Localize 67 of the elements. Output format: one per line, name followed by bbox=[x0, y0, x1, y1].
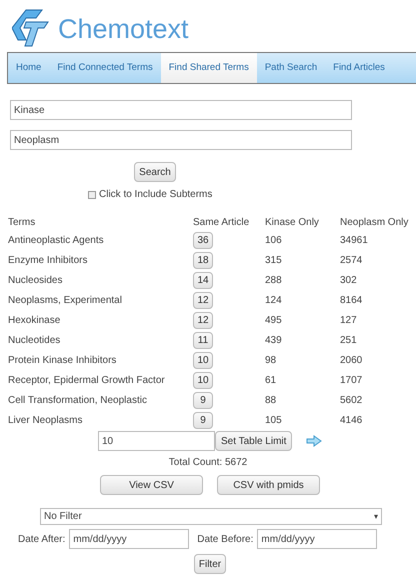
table-cell-text: 2060 bbox=[340, 354, 364, 368]
count-button[interactable]: 11 bbox=[193, 332, 213, 348]
nav-tab[interactable]: Path Search bbox=[256, 53, 326, 83]
term-cell-text: Hexokinase bbox=[8, 314, 62, 328]
date-field[interactable]: mm/dd/yyyy bbox=[69, 529, 190, 549]
term-cell-text: Neoplasms, Experimental bbox=[8, 294, 123, 308]
subterms-checkbox[interactable] bbox=[88, 190, 96, 198]
filter-button[interactable]: Filter bbox=[194, 554, 226, 574]
table-cell-text: 124 bbox=[265, 294, 283, 308]
table-cell-text: 88 bbox=[265, 394, 278, 408]
count-button[interactable]: 9 bbox=[193, 392, 213, 408]
nav-tab[interactable]: Find Shared Terms bbox=[160, 53, 257, 83]
column-header: Kinase Only bbox=[265, 216, 320, 230]
nav-tab[interactable]: Find Articles bbox=[325, 53, 393, 83]
csv-button[interactable]: View CSV bbox=[100, 475, 203, 495]
term-cell-text: Receptor, Epidermal Growth Factor bbox=[8, 374, 166, 388]
term-cell-text: Protein Kinase Inhibitors bbox=[8, 354, 118, 368]
logo-text: Chemotext bbox=[58, 12, 189, 46]
table-cell-text: 315 bbox=[265, 254, 283, 268]
count-button[interactable]: 12 bbox=[193, 292, 213, 308]
count-button[interactable]: 10 bbox=[193, 372, 213, 388]
filter-select[interactable]: No Filter ▾ bbox=[40, 508, 382, 525]
csv-button[interactable]: CSV with pmids bbox=[217, 475, 320, 495]
column-header: Neoplasm Only bbox=[340, 216, 410, 230]
date-label: Date Before: bbox=[197, 532, 254, 546]
table-cell-text: 2574 bbox=[340, 254, 364, 268]
table-cell-text: 1707 bbox=[340, 374, 364, 388]
count-button[interactable]: 10 bbox=[193, 352, 213, 368]
term-cell-text: Cell Transformation, Neoplastic bbox=[8, 394, 148, 408]
term-field[interactable]: Neoplasm bbox=[10, 130, 352, 150]
table-cell-text: 106 bbox=[265, 234, 283, 248]
date-label: Date After: bbox=[18, 532, 66, 546]
nav-tab[interactable]: Find Connected Terms bbox=[49, 53, 161, 83]
total-count: Total Count: 5672 bbox=[168, 456, 248, 470]
table-cell-text: 8164 bbox=[340, 294, 364, 308]
table-cell-text: 495 bbox=[265, 314, 283, 328]
term-cell-text: Liver Neoplasms bbox=[8, 414, 84, 428]
column-header: Terms bbox=[8, 216, 36, 230]
table-cell-text: 61 bbox=[265, 374, 278, 388]
table-cell-text: 127 bbox=[340, 314, 358, 328]
column-header: Same Article bbox=[193, 216, 250, 230]
table-cell-text: 288 bbox=[265, 274, 283, 288]
count-button[interactable]: 9 bbox=[193, 412, 213, 428]
term-cell-text: Antineoplastic Agents bbox=[8, 234, 105, 248]
subterms-label: Click to Include Subterms bbox=[99, 188, 212, 202]
search-button[interactable]: Search bbox=[134, 162, 176, 182]
arrow-icon[interactable] bbox=[306, 435, 322, 447]
count-button[interactable]: 18 bbox=[193, 252, 213, 268]
limit-field[interactable]: 10 bbox=[98, 431, 215, 451]
table-cell-text: 105 bbox=[265, 414, 283, 428]
table-cell-text: 439 bbox=[265, 334, 283, 348]
table-cell-text: 302 bbox=[340, 274, 358, 288]
term-field[interactable]: Kinase bbox=[10, 100, 352, 120]
count-button[interactable]: 36 bbox=[193, 232, 213, 248]
date-field[interactable]: mm/dd/yyyy bbox=[257, 529, 378, 549]
table-cell-text: 5602 bbox=[340, 394, 364, 408]
count-button[interactable]: 14 bbox=[193, 272, 213, 288]
term-cell-text: Enzyme Inhibitors bbox=[8, 254, 88, 268]
nav-tab[interactable]: Home bbox=[8, 53, 50, 83]
table-cell-text: 98 bbox=[265, 354, 278, 368]
table-cell-text: 34961 bbox=[340, 234, 369, 248]
set-limit-button[interactable]: Set Table Limit bbox=[215, 431, 292, 451]
table-cell-text: 4146 bbox=[340, 414, 364, 428]
term-cell-text: Nucleotides bbox=[8, 334, 62, 348]
table-cell-text: 251 bbox=[340, 334, 358, 348]
count-button[interactable]: 12 bbox=[193, 312, 213, 328]
term-cell-text: Nucleosides bbox=[8, 274, 64, 288]
